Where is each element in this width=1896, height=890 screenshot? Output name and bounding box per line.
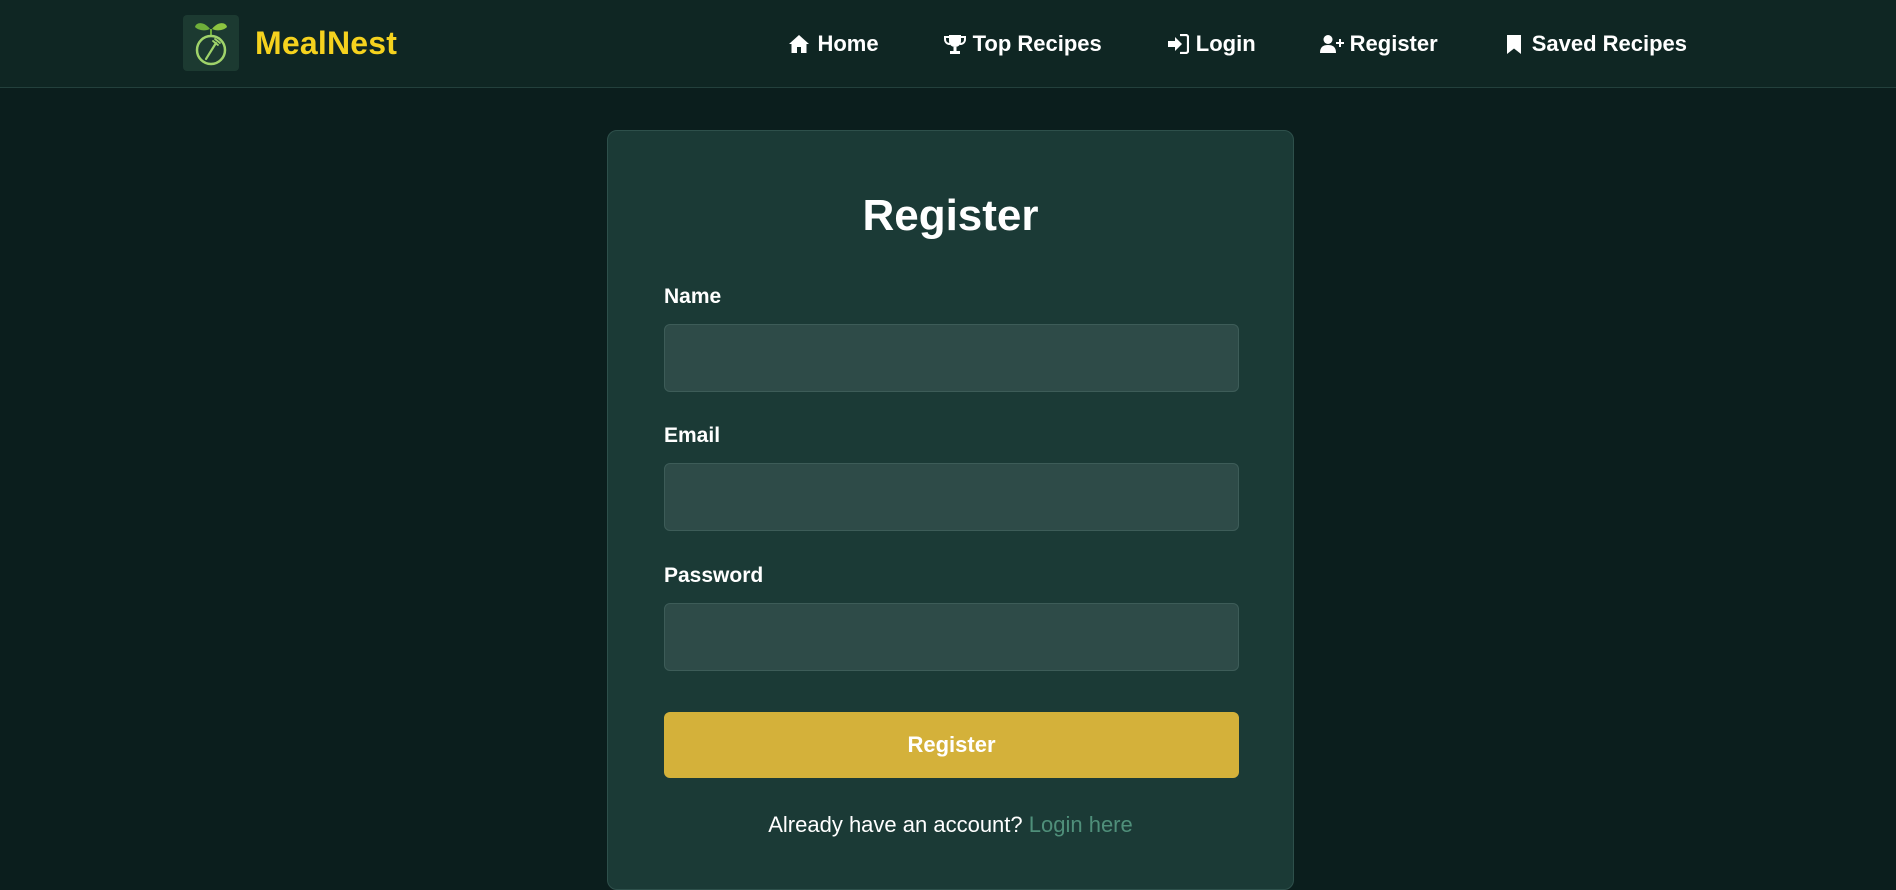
page-title: Register [862, 191, 1039, 240]
nav-register-label: Register [1349, 31, 1438, 56]
register-card: Register Name Email Password Register Al… [607, 130, 1294, 890]
nav-home-link[interactable]: Home [787, 31, 879, 57]
email-field[interactable] [664, 463, 1239, 531]
nav-home-label: Home [817, 31, 879, 56]
password-field[interactable] [664, 603, 1239, 671]
nav-saved-recipes-label: Saved Recipes [1531, 31, 1687, 56]
nav-saved-recipes-link[interactable]: Saved Recipes [1502, 31, 1687, 57]
nav-register-link[interactable]: Register [1319, 31, 1438, 57]
email-label: Email [664, 424, 721, 447]
login-prompt-text: Already have an account? [768, 812, 1023, 837]
nav-top-recipes-link[interactable]: Top Recipes [943, 31, 1102, 57]
logo-icon [183, 15, 239, 71]
nav-login-label: Login [1195, 31, 1256, 56]
login-here-link[interactable]: Login here [1029, 812, 1133, 837]
name-label: Name [664, 285, 722, 308]
home-icon [787, 33, 811, 55]
sign-in-icon [1166, 33, 1190, 55]
login-prompt: Already have an account? Login here [608, 812, 1293, 838]
bookmark-icon [1502, 33, 1526, 55]
nav-links: Home Top Recipes Login Register Saved Re… [787, 0, 1687, 88]
register-button[interactable]: Register [664, 712, 1239, 778]
user-plus-icon [1319, 33, 1344, 55]
brand-link[interactable]: MealNest [183, 15, 397, 71]
nav-login-link[interactable]: Login [1166, 31, 1256, 57]
nav-top-recipes-label: Top Recipes [972, 31, 1102, 56]
trophy-icon [943, 33, 967, 55]
navbar: MealNest Home Top Recipes Login Register… [0, 0, 1896, 88]
name-field[interactable] [664, 324, 1239, 392]
password-label: Password [664, 564, 764, 587]
brand-name: MealNest [255, 24, 398, 61]
